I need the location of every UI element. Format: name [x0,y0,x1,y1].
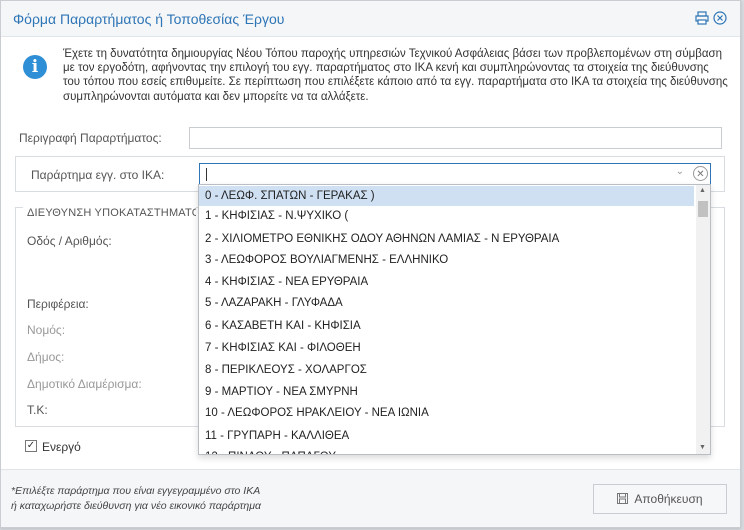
prefecture-label: Νομός: [27,323,66,337]
scroll-up-icon[interactable]: ▲ [699,187,706,194]
municipality-label: Δήμος: [27,350,65,364]
dropdown-option[interactable]: 2 - ΧΙΛΙΟΜΕΤΡΟ ΕΘΝΙΚΗΣ ΟΔΟΥ ΑΘΗΝΩΝ ΛΑΜΙΑ… [199,229,694,249]
footnote: *Επιλέξτε παράρτημα που είναι εγγεγραμμέ… [11,484,261,514]
chevron-down-icon[interactable]: ⌄ [676,166,684,177]
ika-branch-dropdown[interactable]: 0 - ΛΕΩΦ. ΣΠΑΤΩΝ - ΓΕΡΑΚΑΣ ) 1 - ΚΗΦΙΣΙΑ… [198,184,711,455]
dialog-footer: *Επιλέξτε παράρτημα που είναι εγγεγραμμέ… [1,469,740,527]
scroll-down-icon[interactable]: ▼ [699,444,706,451]
active-label: Ενεργό [42,440,81,454]
dropdown-option[interactable]: 0 - ΛΕΩΦ. ΣΠΑΤΩΝ - ΓΕΡΑΚΑΣ ) [199,186,694,206]
dropdown-option[interactable]: 11 - ΓΡΥΠΑΡΗ - ΚΑΛΛΙΘΕΑ [199,426,694,446]
footnote-line-1: *Επιλέξτε παράρτημα που είναι εγγεγραμμέ… [11,485,261,497]
district-label: Δημοτικό Διαμέρισμα: [27,377,142,391]
description-input[interactable] [189,127,722,149]
dropdown-option[interactable]: 1 - ΚΗΦΙΣΙΑΣ - Ν.ΨΥΧΙΚΟ ( [199,206,694,226]
scrollbar-thumb[interactable] [698,201,708,217]
address-legend: ΔΙΕΥΘΥΝΣΗ ΥΠΟΚΑΤΑΣΤΗΜΑΤΟΣ [23,207,196,219]
info-text: Έχετε τη δυνατότητα δημιουργίας Νέου Τόπ… [63,48,728,103]
dropdown-scrollbar[interactable]: ▲ ▼ [696,185,710,454]
dropdown-option[interactable]: 12 - ΠΙΝΔΟΥ - ΠΑΠΑΓΟΥ [199,447,694,454]
dropdown-option[interactable]: 8 - ΠΕΡΙΚΛΕΟΥΣ - ΧΟΛΑΡΓΟΣ [199,360,694,380]
save-icon [617,486,629,514]
clear-icon[interactable]: ✕ [693,166,708,181]
save-button[interactable]: Αποθήκευση [593,484,727,514]
ika-label: Παράρτημα εγγ. στο ΙΚΑ: [31,168,165,182]
dropdown-option[interactable]: 9 - ΜΑΡΤΙΟΥ - ΝΕΑ ΣΜΥΡΝΗ [199,382,694,402]
save-label: Αποθήκευση [634,492,703,506]
dropdown-option[interactable]: 6 - ΚΑΣΑΒΕΤΗ ΚΑΙ - ΚΗΦΙΣΙΑ [199,316,694,336]
info-panel: i Έχετε τη δυνατότητα δημιουργίας Νέου Τ… [15,47,728,119]
dialog-title: Φόρμα Παραρτήματος ή Τοποθεσίας Έργου [13,11,285,27]
ika-branch-select[interactable]: ⌄ ✕ [199,163,711,185]
postal-code-label: Τ.Κ: [27,403,48,417]
dropdown-option[interactable]: 10 - ΛΕΩΦΟΡΟΣ ΗΡΑΚΛΕΙΟΥ - ΝΕΑ ΙΩΝΙΑ [199,403,694,423]
info-icon: i [23,55,47,79]
description-label: Περιγραφή Παραρτήματος: [19,131,162,145]
text-caret [206,168,207,181]
print-icon[interactable] [695,11,709,25]
dropdown-option[interactable]: 3 - ΛΕΩΦΟΡΟΣ ΒΟΥΛΙΑΓΜΕΝΗΣ - ΕΛΛΗΝΙΚΟ [199,250,694,270]
dropdown-option[interactable]: 7 - ΚΗΦΙΣΙΑΣ ΚΑΙ - ΦΙΛΟΘΕΗ [199,338,694,358]
close-icon[interactable] [713,11,727,25]
region-label: Περιφέρεια: [27,297,89,311]
dropdown-option[interactable]: 5 - ΛΑΖΑΡΑΚΗ - ΓΛΥΦΑΔΑ [199,293,694,313]
dropdown-option[interactable]: 4 - ΚΗΦΙΣΙΑΣ - ΝΕΑ ΕΡΥΘΡΑΙΑ [199,272,694,292]
dialog-titlebar: Φόρμα Παραρτήματος ή Τοποθεσίας Έργου [1,1,740,37]
street-label: Οδός / Αριθμός: [27,234,112,248]
footnote-line-2: ή καταχωρήστε διεύθυνση για νέο εικονικό… [11,500,261,512]
active-checkbox[interactable]: ✓ [25,440,37,452]
